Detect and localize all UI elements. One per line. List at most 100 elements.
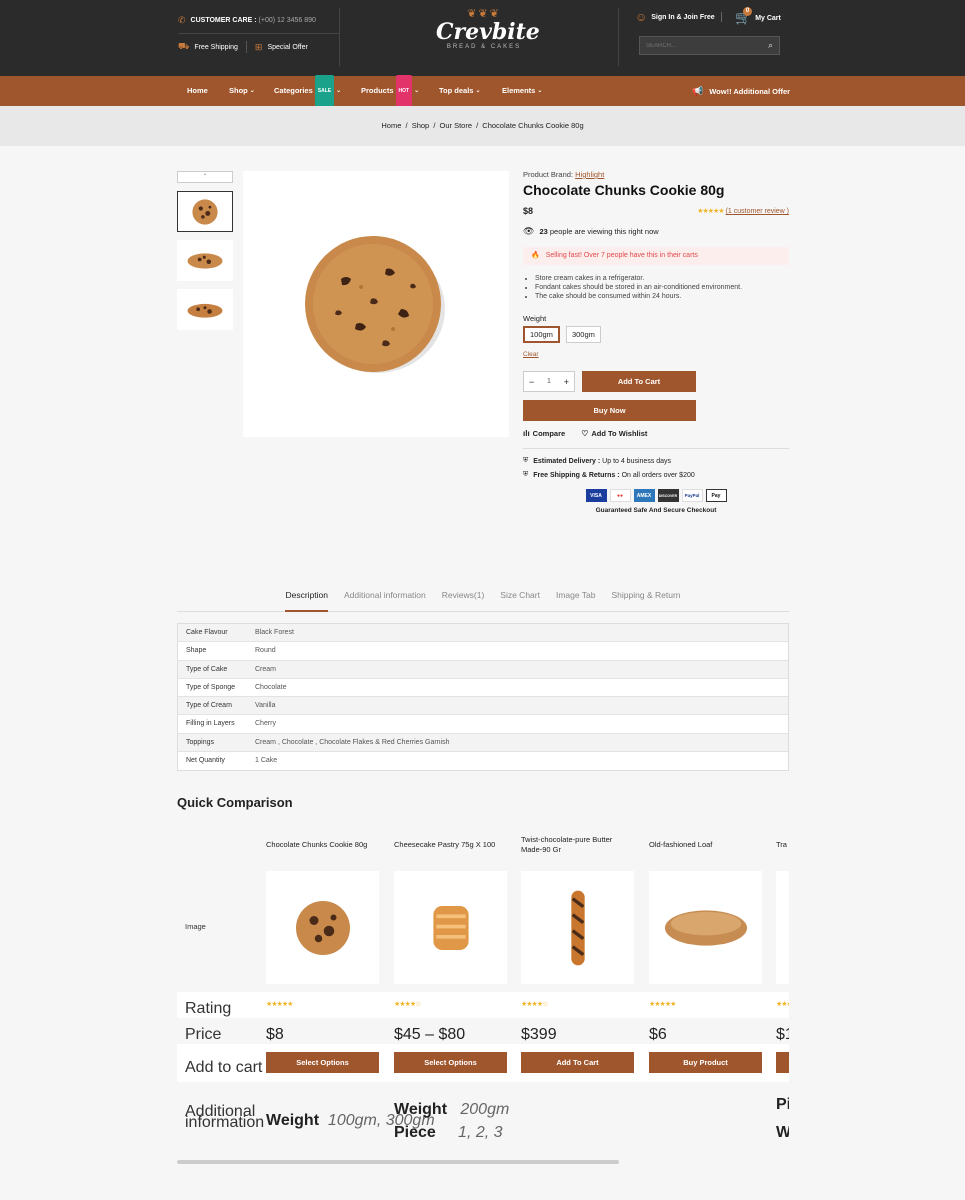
spec-key: Filling in Layers bbox=[186, 720, 235, 728]
star-rating-icon: ★★★★★ bbox=[776, 1001, 789, 1008]
weight-option-100gm[interactable]: 100gm bbox=[523, 326, 560, 343]
nav-home[interactable]: Home bbox=[187, 76, 208, 106]
compare-label-price: Price bbox=[185, 1026, 222, 1043]
viewers-text: people are viewing this right now bbox=[549, 227, 659, 236]
thumbnail-3[interactable] bbox=[177, 289, 233, 330]
header-account-block: ☺ Sign In & Join Free 🛒0 My Cart ⌕ bbox=[618, 7, 790, 66]
breadcrumb-separator: / bbox=[476, 121, 479, 130]
nav-elements[interactable]: Elements ⌄ bbox=[502, 76, 542, 106]
chevron-down-icon: ⌄ bbox=[336, 88, 342, 94]
quantity-stepper: − 1 + bbox=[523, 371, 575, 392]
main-product-image[interactable] bbox=[243, 171, 509, 437]
brand-label: Product Brand: bbox=[523, 170, 574, 179]
free-shipping-link[interactable]: Free Shipping bbox=[194, 44, 238, 51]
header-perks: ⛟ Free Shipping ⊞ Special Offer bbox=[178, 34, 339, 60]
table-row: Net Quantity 1 Cake bbox=[178, 752, 788, 771]
sale-badge: SALE bbox=[314, 75, 335, 107]
search-icon[interactable]: ⌕ bbox=[768, 40, 773, 51]
add-to-cart-button[interactable]: Add To Cart bbox=[521, 1052, 634, 1073]
breadcrumb-store[interactable]: Our Store bbox=[440, 121, 473, 130]
compare-product-name[interactable]: Old-fashioned Loaf bbox=[649, 840, 762, 849]
tab-image[interactable]: Image Tab bbox=[556, 582, 596, 612]
select-options-button[interactable]: Select Options bbox=[394, 1052, 507, 1073]
tab-size-chart[interactable]: Size Chart bbox=[500, 582, 540, 612]
nav-products[interactable]: Products HOT ⌄ bbox=[361, 75, 420, 107]
signin-link[interactable]: ☺ Sign In & Join Free bbox=[635, 10, 715, 24]
specification-table: Cake Flavour Black Forest Shape Round Type… bbox=[177, 623, 789, 772]
compare-product-name[interactable]: Twist-chocolate-pure Butter Made-90 Gr bbox=[521, 835, 634, 855]
cookie-side-image bbox=[187, 252, 223, 269]
chevron-up-icon[interactable]: ⌃ bbox=[177, 171, 233, 183]
thumbnail-2[interactable] bbox=[177, 240, 233, 281]
tab-additional-information[interactable]: Additional information bbox=[344, 582, 426, 612]
shield-icon: ⛨ bbox=[523, 457, 529, 464]
breadcrumb-shop[interactable]: Shop bbox=[412, 121, 430, 130]
product-tabs: Description Additional information Revie… bbox=[177, 582, 789, 612]
live-viewers: 👁 23 people are viewing this right now bbox=[523, 226, 789, 237]
nav-shop[interactable]: Shop ⌄ bbox=[229, 76, 255, 106]
paypal-icon: PayPal bbox=[681, 489, 703, 502]
delivery-value: Up to 4 business days bbox=[602, 457, 672, 465]
review-link[interactable]: ★★★★★ (1 customer review ) bbox=[697, 207, 789, 215]
nav-label: Shop bbox=[229, 86, 248, 95]
cart-label: My Cart bbox=[755, 14, 781, 22]
secure-checkout-text: Guaranteed Safe And Secure Checkout bbox=[595, 507, 717, 514]
site-logo[interactable]: ❦❦❦ Crevbite BREAD & CAKES bbox=[436, 8, 540, 64]
special-offer-link[interactable]: Special Offer bbox=[267, 44, 307, 51]
nav-categories[interactable]: Categories SALE ⌄ bbox=[274, 75, 342, 107]
search-input[interactable] bbox=[646, 42, 768, 49]
breadcrumb-current: Chocolate Chunks Cookie 80g bbox=[482, 121, 584, 130]
minus-icon[interactable]: − bbox=[529, 377, 534, 387]
compare-cart-button[interactable] bbox=[776, 1052, 789, 1073]
quantity-value[interactable]: 1 bbox=[547, 378, 551, 385]
comparison-title: Quick Comparison bbox=[177, 795, 293, 810]
tab-description[interactable]: Description bbox=[285, 582, 329, 612]
plus-icon[interactable]: + bbox=[564, 377, 569, 387]
discover-icon: DISCOVER bbox=[657, 489, 679, 502]
tab-reviews[interactable]: Reviews(1) bbox=[442, 582, 485, 612]
select-options-button[interactable]: Select Options bbox=[266, 1052, 379, 1073]
horizontal-scrollbar[interactable] bbox=[177, 1160, 619, 1164]
table-row: Type of Sponge Chocolate bbox=[178, 678, 788, 698]
customer-care-label: CUSTOMER CARE : bbox=[190, 17, 257, 24]
tab-shipping-return[interactable]: Shipping & Return bbox=[612, 582, 681, 612]
hot-badge: HOT bbox=[395, 75, 413, 107]
weight-option-300gm[interactable]: 300gm bbox=[565, 326, 601, 343]
star-rating-icon: ★★★★☆ bbox=[521, 1001, 548, 1008]
compare-product-name[interactable]: Cheesecake Pastry 75g X 100 bbox=[394, 840, 507, 849]
delivery-label: Estimated Delivery : bbox=[533, 457, 601, 465]
chevron-down-icon: ⌄ bbox=[414, 88, 420, 94]
attr-key: Piec bbox=[776, 1096, 789, 1113]
nav-label: Elements bbox=[502, 86, 536, 95]
spec-key: Cake Flavour bbox=[186, 629, 228, 636]
attr-key: Wei bbox=[776, 1124, 789, 1141]
compare-product-image[interactable] bbox=[521, 871, 634, 984]
additional-offer-link[interactable]: 📢 Wow!! Additional Offer bbox=[692, 76, 790, 106]
attr-value: 1, 2, 3 bbox=[458, 1124, 503, 1141]
customer-care-phone[interactable]: (+00) 12 3456 890 bbox=[259, 17, 316, 24]
cart-link[interactable]: 🛒 0 My Cart bbox=[735, 7, 781, 26]
thumbnail-1[interactable] bbox=[177, 191, 233, 232]
add-to-cart-button[interactable]: Add To Cart bbox=[582, 371, 696, 392]
apple-pay-icon: Pay bbox=[705, 489, 727, 502]
compare-product-name[interactable]: Chocolate Chunks Cookie 80g bbox=[266, 840, 379, 849]
breadcrumb-home[interactable]: Home bbox=[381, 121, 401, 130]
compare-attr: Weight 200gm bbox=[394, 1101, 509, 1119]
spec-value: Black Forest bbox=[255, 629, 294, 636]
eye-icon: 👁 bbox=[523, 226, 535, 236]
search-box: ⌕ bbox=[639, 36, 780, 55]
compare-product-image[interactable] bbox=[266, 871, 379, 984]
compare-product-image[interactable] bbox=[649, 871, 762, 984]
buy-product-button[interactable]: Buy Product bbox=[649, 1052, 762, 1073]
compare-product-name[interactable]: Tra bbox=[776, 840, 789, 849]
wishlist-button[interactable]: ♡ Add To Wishlist bbox=[581, 429, 647, 438]
spec-key: Type of Cream bbox=[186, 702, 232, 710]
compare-product-image[interactable] bbox=[776, 871, 789, 984]
clear-selection-link[interactable]: Clear bbox=[523, 351, 539, 358]
compare-product-image[interactable] bbox=[394, 871, 507, 984]
buy-now-button[interactable]: Buy Now bbox=[523, 400, 696, 421]
spec-value: Cream , Chocolate , Chocolate Flakes & R… bbox=[255, 738, 450, 746]
brand-link[interactable]: Highlight bbox=[575, 170, 604, 179]
compare-button[interactable]: ılı Compare bbox=[523, 429, 565, 438]
nav-top-deals[interactable]: Top deals ⌄ bbox=[439, 76, 480, 106]
